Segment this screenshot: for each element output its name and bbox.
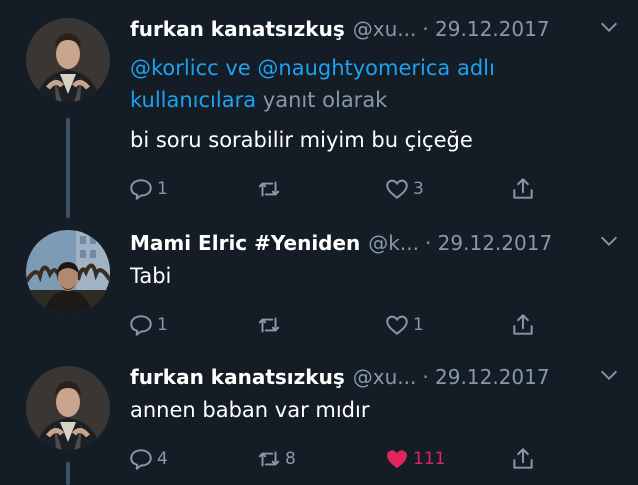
mention-link[interactable]: @naughtyomerica adlı bbox=[257, 56, 494, 80]
reply-suffix: yanıt olarak bbox=[262, 88, 388, 112]
mention-link[interactable]: @korlicc bbox=[130, 56, 219, 80]
mention-link[interactable]: kullanıcılara bbox=[130, 88, 256, 112]
reply-count: 1 bbox=[157, 179, 168, 199]
display-name[interactable]: furkan kanatsızkuş bbox=[130, 365, 345, 389]
like-count: 111 bbox=[413, 449, 446, 469]
avatar[interactable] bbox=[26, 366, 110, 450]
like-count: 1 bbox=[413, 315, 424, 335]
share-button[interactable] bbox=[510, 444, 536, 474]
like-button[interactable]: 1 bbox=[384, 310, 424, 340]
like-button[interactable]: 111 bbox=[384, 444, 445, 474]
retweet-button[interactable]: 8 bbox=[256, 444, 296, 474]
avatar-image bbox=[26, 230, 110, 314]
display-name[interactable]: furkan kanatsızkuş bbox=[130, 17, 345, 41]
tweet-actions: 1 3 bbox=[128, 174, 548, 204]
reply-button[interactable]: 1 bbox=[128, 174, 168, 204]
chevron-down-icon[interactable] bbox=[598, 230, 620, 252]
like-button[interactable]: 3 bbox=[384, 174, 424, 204]
tweet-header: Mami Elric #Yeniden @k... · 29.12.2017 bbox=[130, 226, 628, 260]
tweet-text: Tabi bbox=[130, 264, 172, 288]
tweet[interactable]: furkan kanatsızkuş @xu... · 29.12.2017 @… bbox=[0, 12, 638, 217]
share-button[interactable] bbox=[510, 174, 536, 204]
tweet-actions: 1 1 bbox=[128, 310, 548, 340]
username[interactable]: @xu... bbox=[353, 365, 417, 389]
reply-context: @korlicc ve @naughtyomerica adlı kullanı… bbox=[130, 52, 495, 116]
timestamp[interactable]: · 29.12.2017 bbox=[422, 17, 549, 41]
chevron-down-icon[interactable] bbox=[598, 16, 620, 38]
retweet-icon bbox=[258, 317, 280, 333]
tweet-header: furkan kanatsızkuş @xu... · 29.12.2017 bbox=[130, 360, 628, 394]
reply-count: 4 bbox=[157, 449, 168, 469]
tweet[interactable]: furkan kanatsızkuş @xu... · 29.12.2017 a… bbox=[0, 360, 638, 485]
username[interactable]: @xu... bbox=[353, 17, 417, 41]
avatar-image bbox=[26, 18, 110, 102]
like-icon bbox=[386, 179, 408, 199]
display-name[interactable]: Mami Elric #Yeniden bbox=[130, 231, 360, 255]
retweet-button[interactable] bbox=[256, 310, 285, 340]
tweet-text: bi soru sorabilir miyim bu çiçeğe bbox=[130, 128, 473, 152]
share-icon bbox=[513, 178, 533, 199]
reply-button[interactable]: 4 bbox=[128, 444, 168, 474]
tweet-text: annen baban var mıdır bbox=[130, 398, 370, 422]
retweet-button[interactable] bbox=[256, 174, 285, 204]
chevron-down-icon[interactable] bbox=[598, 364, 620, 386]
timestamp[interactable]: · 29.12.2017 bbox=[425, 231, 552, 255]
share-icon bbox=[513, 314, 533, 335]
retweet-count: 8 bbox=[285, 449, 296, 469]
share-icon bbox=[513, 448, 533, 469]
reply-icon bbox=[130, 315, 152, 336]
avatar-image bbox=[26, 366, 110, 450]
retweet-icon bbox=[258, 181, 280, 197]
reply-joiner: ve bbox=[225, 56, 251, 80]
avatar[interactable] bbox=[26, 230, 110, 314]
avatar[interactable] bbox=[26, 18, 110, 102]
tweet-header: furkan kanatsızkuş @xu... · 29.12.2017 bbox=[130, 12, 628, 46]
retweet-icon bbox=[258, 451, 280, 467]
reply-button[interactable]: 1 bbox=[128, 310, 168, 340]
tweet-actions: 4 8 111 bbox=[128, 444, 548, 474]
like-icon bbox=[387, 450, 407, 469]
timestamp[interactable]: · 29.12.2017 bbox=[422, 365, 549, 389]
like-icon bbox=[386, 315, 408, 335]
share-button[interactable] bbox=[510, 310, 536, 340]
reply-icon bbox=[130, 449, 152, 470]
tweet[interactable]: Mami Elric #Yeniden @k... · 29.12.2017 T… bbox=[0, 226, 638, 351]
reply-count: 1 bbox=[157, 315, 168, 335]
like-count: 3 bbox=[413, 179, 424, 199]
username[interactable]: @k... bbox=[368, 231, 419, 255]
reply-icon bbox=[130, 179, 152, 200]
